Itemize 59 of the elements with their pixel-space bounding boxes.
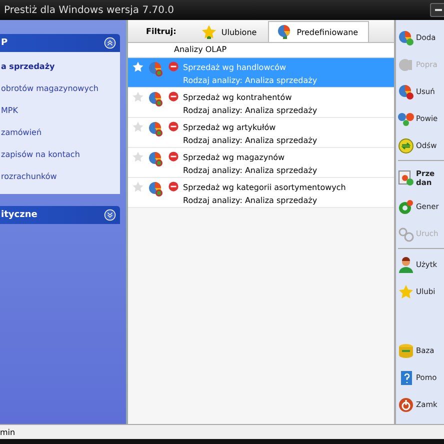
no-entry-icon bbox=[168, 91, 179, 102]
sidebar-link[interactable]: MPK bbox=[0, 100, 18, 122]
analysis-row[interactable]: Sprzedaż wg magazynów Rodzaj analizy: Analiza sprzedaży bbox=[128, 148, 394, 178]
pie-chart-icon bbox=[148, 61, 164, 77]
analysis-name: Sprzedaż wg artykułów bbox=[183, 122, 277, 134]
status-text: min bbox=[0, 428, 16, 436]
group-header[interactable]: ityczne bbox=[0, 206, 120, 224]
star-icon bbox=[132, 61, 144, 73]
filter-label: Filtruj: bbox=[146, 26, 176, 36]
collapse-icon bbox=[104, 37, 116, 49]
analysis-row[interactable]: Sprzedaż wg kategorii asortymentowych Rodzaj analizy: Analiza sprzedaży bbox=[128, 178, 394, 208]
star-icon bbox=[132, 91, 144, 103]
sidebar-link[interactable]: obrotów magazynowych bbox=[0, 78, 98, 100]
analysis-type: Rodzaj analizy: Analiza sprzedaży bbox=[183, 75, 318, 87]
window-title: Prestiż dla Windows wersja 7.70.0 bbox=[4, 4, 176, 16]
analysis-name: Sprzedaż wg kategorii asortymentowych bbox=[183, 182, 346, 194]
analysis-type: Rodzaj analizy: Analiza sprzedaży bbox=[183, 165, 318, 177]
column-header: Analizy OLAP bbox=[128, 43, 394, 58]
sidebar-link[interactable]: rozrachunków bbox=[0, 166, 57, 188]
star-icon bbox=[132, 181, 144, 193]
analysis-name: Sprzedaż wg magazynów bbox=[183, 152, 286, 164]
sidebar-link[interactable]: zapisów na kontach bbox=[0, 144, 80, 166]
no-entry-icon bbox=[168, 181, 179, 192]
pie-add-icon bbox=[398, 30, 414, 46]
sidebar-link[interactable]: zamówień bbox=[0, 122, 42, 144]
filter-tab[interactable]: Predefiniowane bbox=[268, 21, 370, 42]
gears-icon bbox=[398, 226, 414, 242]
analysis-name: Sprzedaż wg handlowców bbox=[183, 62, 288, 74]
analysis-type: Rodzaj analizy: Analiza sprzedaży bbox=[183, 135, 318, 147]
group-header[interactable]: P bbox=[0, 34, 120, 52]
power-icon bbox=[398, 396, 414, 412]
help-icon bbox=[398, 370, 414, 386]
star-icon bbox=[132, 151, 144, 163]
analysis-row[interactable]: Sprzedaż wg artykułów Rodzaj analizy: Analiza sprzedaży bbox=[128, 118, 394, 148]
analysis-row[interactable]: Sprzedaż wg kontrahentów Rodzaj analizy: Analiza sprzedaży bbox=[128, 88, 394, 118]
database-icon bbox=[398, 342, 414, 358]
analysis-type: Rodzaj analizy: Analiza sprzedaży bbox=[183, 195, 318, 207]
no-entry-icon bbox=[168, 151, 179, 162]
expand-icon bbox=[104, 209, 116, 221]
minimize-button[interactable] bbox=[430, 3, 444, 17]
user-icon bbox=[398, 256, 414, 272]
pie-chart-icon bbox=[276, 24, 293, 40]
sidebar-link[interactable]: a sprzedaży bbox=[0, 56, 55, 78]
no-entry-icon bbox=[168, 121, 179, 132]
star-icon bbox=[398, 284, 414, 300]
no-entry-icon bbox=[168, 61, 179, 72]
pie-chart-icon bbox=[148, 121, 164, 137]
data-icon bbox=[398, 170, 414, 186]
star-icon bbox=[201, 24, 218, 40]
pies-icon bbox=[398, 110, 414, 126]
pie-delete-icon bbox=[398, 84, 414, 100]
pie-chart-icon bbox=[148, 181, 164, 197]
pie-chart-icon bbox=[148, 91, 164, 107]
pie-chart-icon bbox=[148, 151, 164, 167]
filter-tab[interactable]: Ulubione bbox=[192, 21, 268, 42]
analysis-name: Sprzedaż wg kontrahentów bbox=[183, 92, 293, 104]
analysis-type: Rodzaj analizy: Analiza sprzedaży bbox=[183, 105, 318, 117]
star-icon bbox=[132, 121, 144, 133]
refresh-icon bbox=[398, 138, 414, 154]
